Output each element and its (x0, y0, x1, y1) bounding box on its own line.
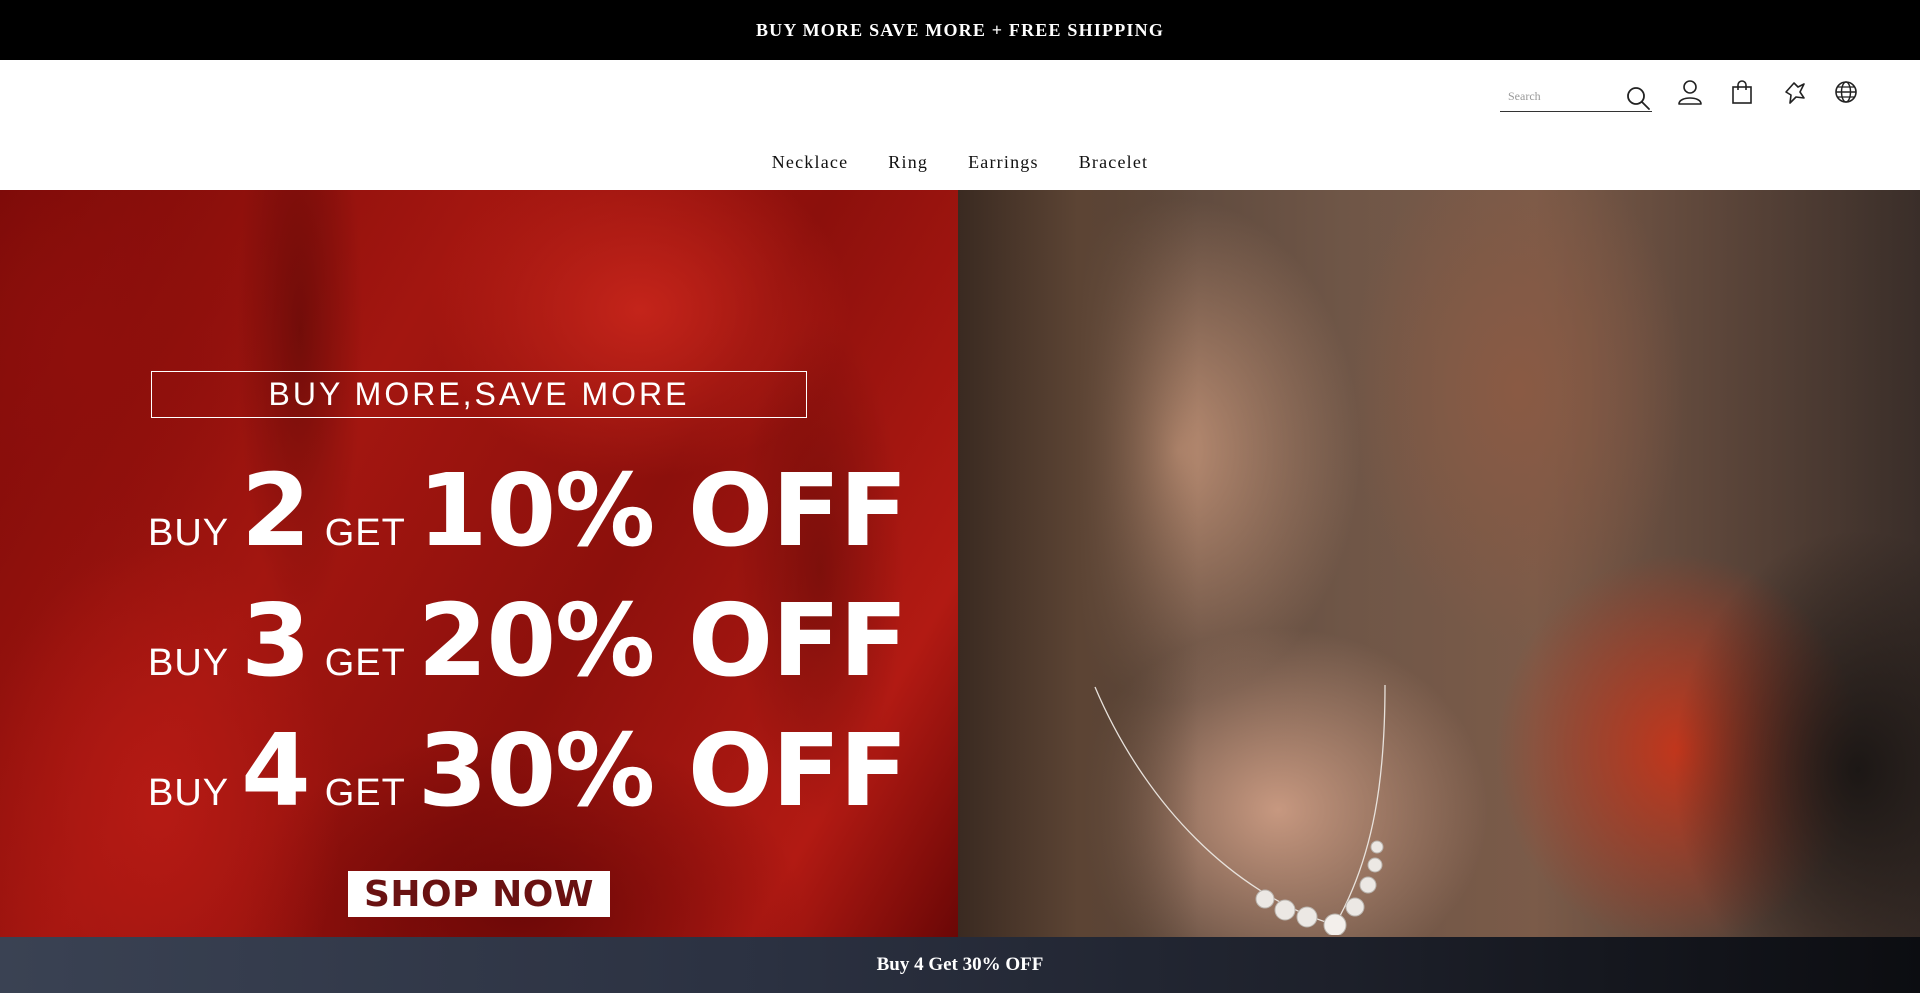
cart-icon[interactable] (1728, 78, 1756, 106)
shop-now-button[interactable]: SHOP NOW (348, 871, 610, 917)
offer-row: BUY 3 GET 20% OFF (148, 582, 908, 699)
nav-item-earrings[interactable]: Earrings (968, 152, 1039, 182)
promo-headline: BUY MORE,SAVE MORE (151, 371, 807, 418)
main-nav: Necklace Ring Earrings Bracelet (0, 152, 1920, 182)
offer-discount: 20% OFF (417, 582, 908, 699)
offer-discount: 10% OFF (417, 452, 908, 569)
offer-buy-word: BUY (148, 512, 230, 554)
offer-buy-word: BUY (148, 642, 230, 684)
search-icon[interactable] (1625, 85, 1651, 111)
offer-get-word: GET (324, 512, 406, 554)
necklace-illustration (1094, 685, 1386, 935)
offer-quantity: 4 (241, 712, 311, 829)
search-box (1500, 82, 1652, 112)
offer-discount: 30% OFF (417, 712, 908, 829)
site-header: Necklace Ring Earrings Bracelet (0, 60, 1920, 190)
search-input[interactable] (1500, 83, 1620, 110)
bottom-promo-text: Buy 4 Get 30% OFF (876, 954, 1044, 975)
wishlist-icon[interactable] (1780, 78, 1808, 106)
offer-row: BUY 4 GET 30% OFF (148, 712, 908, 829)
language-icon[interactable] (1832, 78, 1860, 106)
promo-headline-text: BUY MORE,SAVE MORE (268, 376, 690, 412)
offer-quantity: 2 (241, 452, 311, 569)
offer-row: BUY 2 GET 10% OFF (148, 452, 908, 569)
offer-quantity: 3 (241, 582, 311, 699)
nav-item-necklace[interactable]: Necklace (772, 152, 849, 182)
offer-buy-word: BUY (148, 772, 230, 814)
announcement-text: BUY MORE SAVE MORE + FREE SHIPPING (755, 19, 1165, 40)
bottom-promo-bar[interactable]: Buy 4 Get 30% OFF (0, 937, 1920, 993)
nav-item-ring[interactable]: Ring (888, 152, 928, 182)
offer-get-word: GET (324, 642, 406, 684)
account-icon[interactable] (1676, 78, 1704, 106)
nav-item-bracelet[interactable]: Bracelet (1079, 152, 1149, 182)
hero-banner[interactable]: BUY MORE,SAVE MORE BUY 2 GET 10% OFF BUY… (0, 190, 1920, 937)
announcement-bar: BUY MORE SAVE MORE + FREE SHIPPING (0, 0, 1920, 60)
offer-get-word: GET (324, 772, 406, 814)
